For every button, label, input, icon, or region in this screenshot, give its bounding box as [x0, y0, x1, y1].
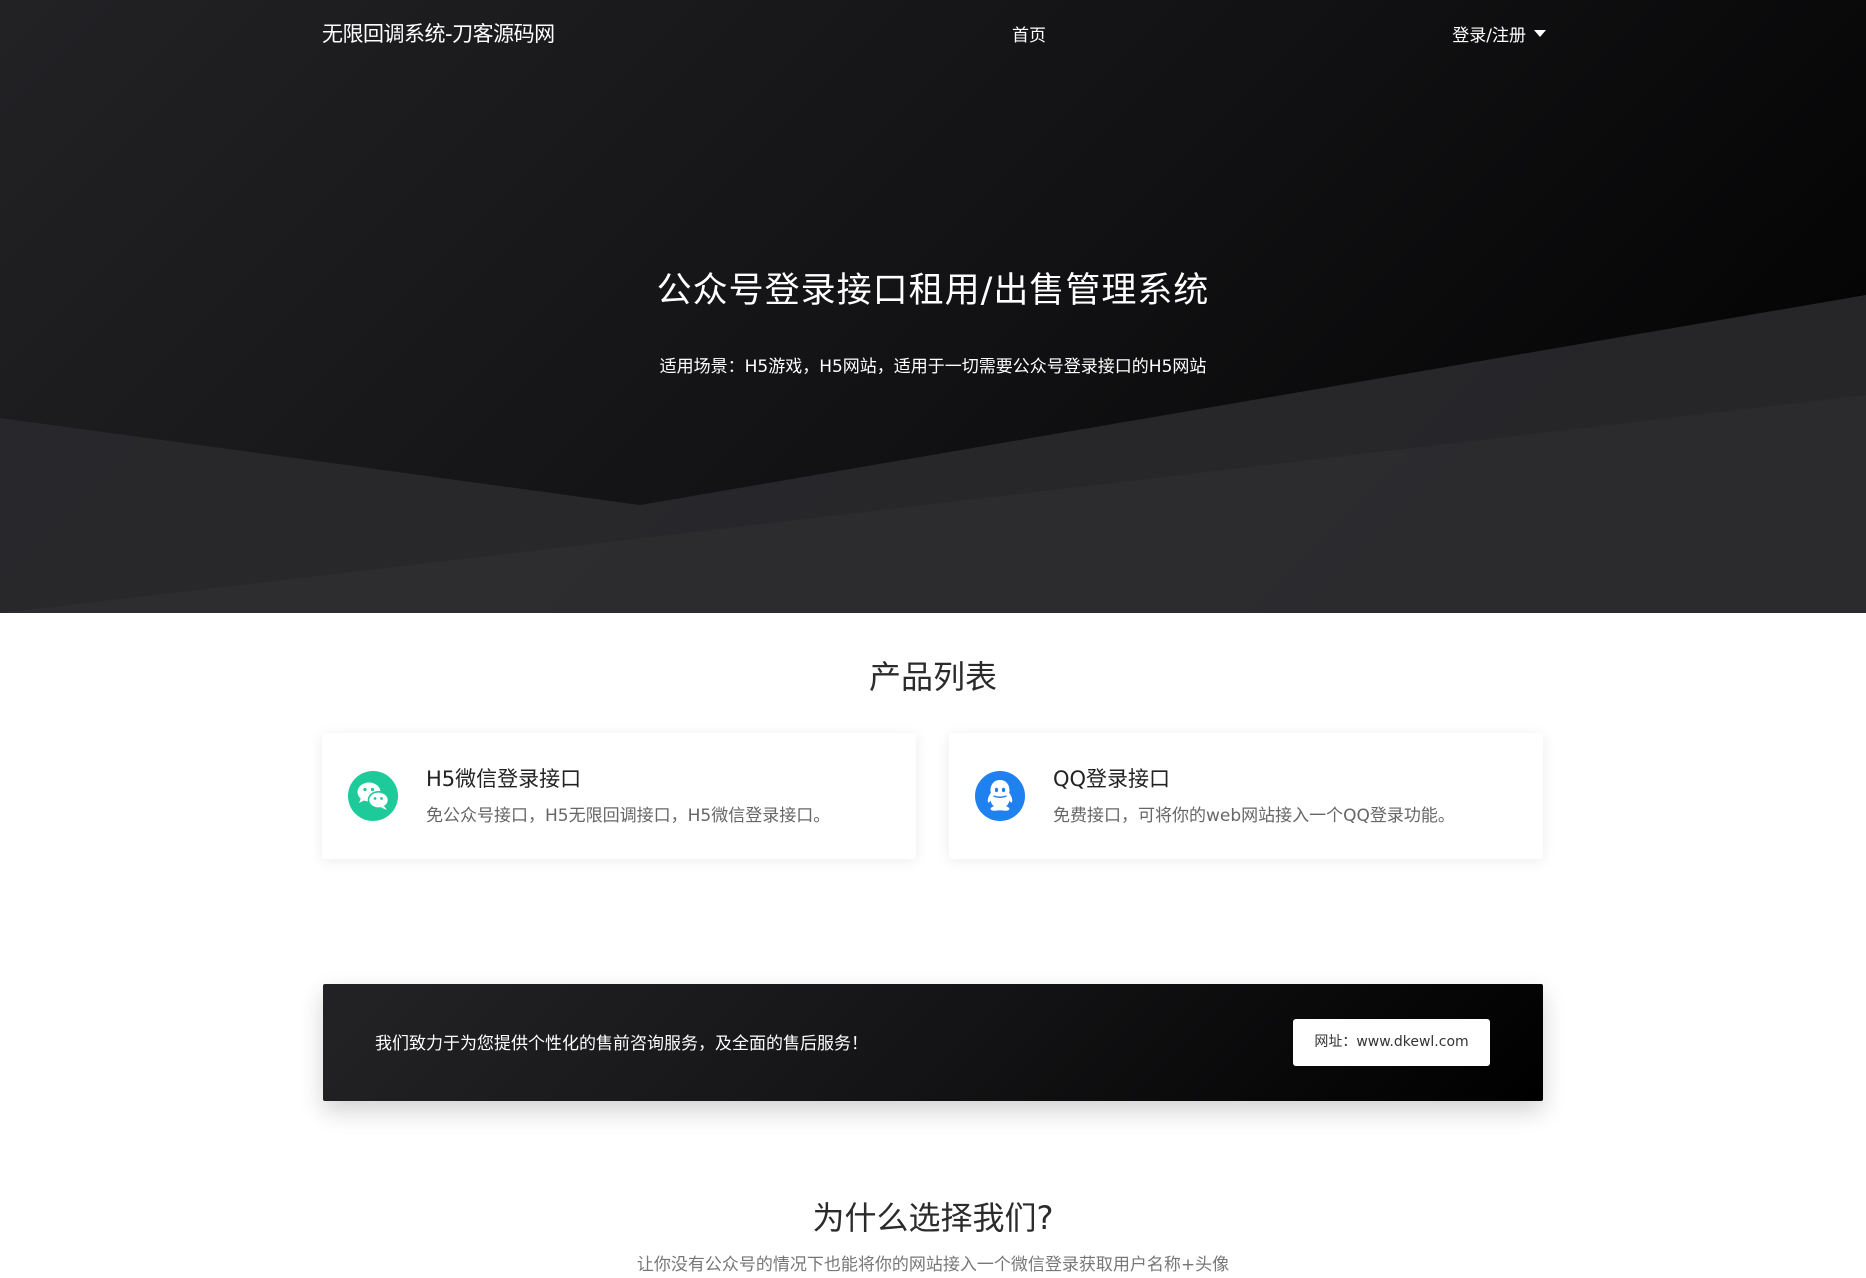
product-title: QQ登录接口: [1053, 767, 1171, 791]
nav-login-label: 登录/注册: [1452, 26, 1526, 46]
hero-banner: 无限回调系统-刀客源码网 首页 登录/注册 公众号登录接口租用/出售管理系统 适…: [0, 0, 1866, 613]
nav-home-link[interactable]: 首页: [1012, 21, 1046, 46]
product-description: 免费接口，可将你的web网站接入一个QQ登录功能。: [1053, 806, 1455, 826]
qq-icon: [975, 771, 1025, 821]
brand-logo[interactable]: 无限回调系统-刀客源码网: [322, 18, 555, 48]
hero-title: 公众号登录接口租用/出售管理系统: [656, 271, 1210, 311]
cta-banner: 我们致力于为您提供个性化的售前咨询服务，及全面的售后服务！ 网址：www.dke…: [323, 984, 1543, 1101]
product-description: 免公众号接口，H5无限回调接口，H5微信登录接口。: [426, 806, 831, 826]
why-us-subtitle: 让你没有公众号的情况下也能将你的网站接入一个微信登录获取用户名称+头像: [636, 1255, 1230, 1275]
cta-text: 我们致力于为您提供个性化的售前咨询服务，及全面的售后服务！: [375, 1034, 868, 1054]
why-us-title: 为什么选择我们?: [812, 1199, 1054, 1237]
hero-subtitle: 适用场景：H5游戏，H5网站，适用于一切需要公众号登录接口的H5网站: [659, 357, 1207, 377]
wechat-icon: [348, 771, 398, 821]
website-url-button[interactable]: 网址：www.dkewl.com: [1293, 1019, 1490, 1066]
caret-down-icon: [1534, 30, 1546, 37]
product-card-qq[interactable]: QQ登录接口 免费接口，可将你的web网站接入一个QQ登录功能。: [949, 733, 1543, 859]
product-card-wechat[interactable]: H5微信登录接口 免公众号接口，H5无限回调接口，H5微信登录接口。: [322, 733, 916, 859]
product-title: H5微信登录接口: [426, 767, 582, 791]
nav-login-dropdown[interactable]: 登录/注册: [1452, 21, 1546, 46]
top-navbar: 无限回调系统-刀客源码网 首页 登录/注册: [320, 0, 1546, 66]
products-section-title: 产品列表: [868, 658, 997, 696]
